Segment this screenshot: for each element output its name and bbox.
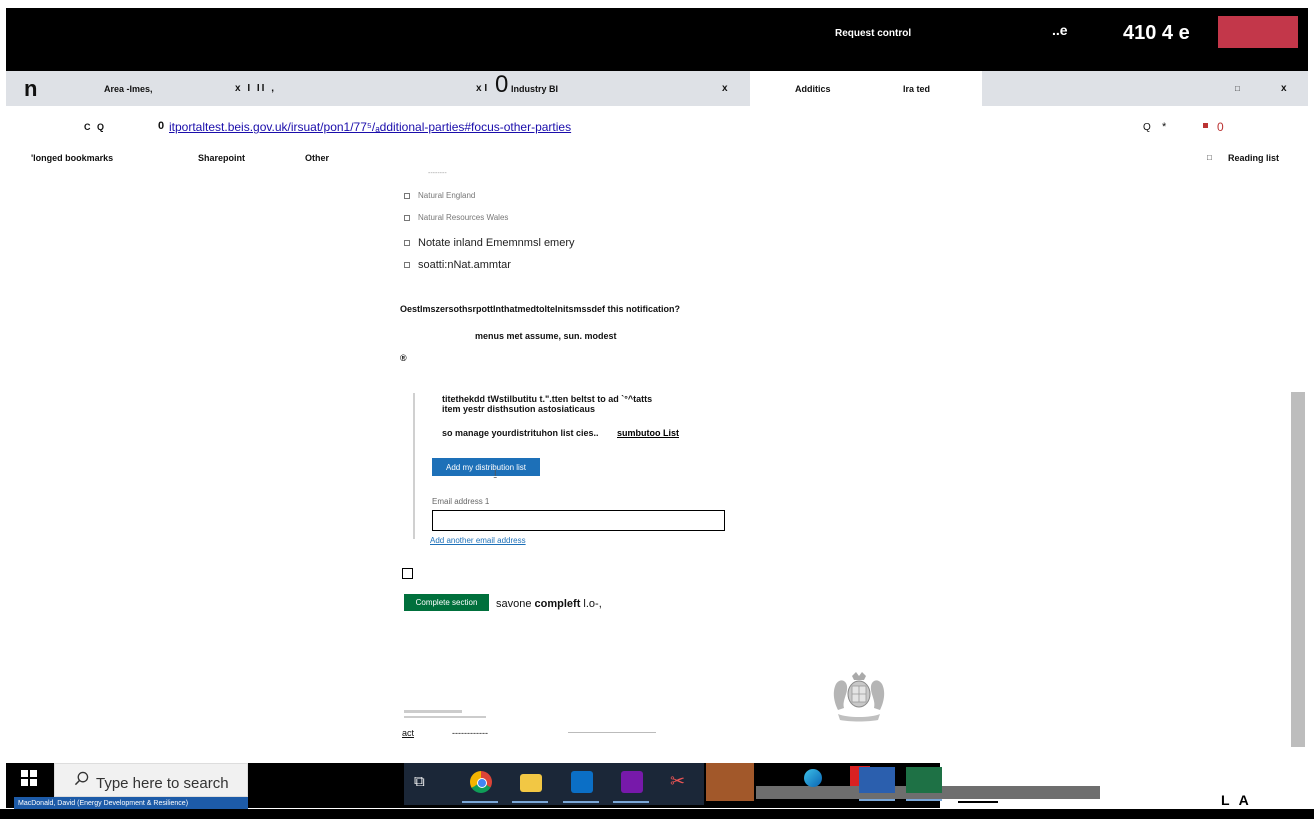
extension-count: 0: [1217, 120, 1224, 134]
url-field[interactable]: itportaltest.beis.gov.uk/irsuat/pon1/77⁵…: [169, 120, 571, 134]
active-app-indicator: [613, 801, 649, 803]
reading-list-icon[interactable]: □: [1207, 153, 1212, 162]
checkbox[interactable]: [404, 262, 410, 268]
screen: Request control ..e 410 4 e n Area -Imes…: [0, 0, 1314, 819]
bookmarks-bar: 'longed bookmarks Sharepoint Other □ Rea…: [6, 150, 1308, 170]
tab-area-times[interactable]: Area -Imes,: [104, 71, 153, 106]
footer-rule: [404, 710, 462, 713]
active-app-indicator: [563, 801, 599, 803]
distribution-list-link[interactable]: sumbutoo List: [617, 428, 679, 438]
distribution-hint-line1: titethekdd tWstilbutitu t.".tten beltst …: [442, 394, 653, 404]
outlook-icon[interactable]: [571, 771, 593, 793]
checkbox[interactable]: [404, 240, 410, 246]
excel-icon[interactable]: [906, 767, 942, 793]
chrome-icon[interactable]: [470, 771, 492, 793]
snipping-tool-icon[interactable]: ✂: [670, 771, 685, 793]
restore-window-icon[interactable]: □: [1235, 71, 1240, 106]
party-option-label: Notate inland Ememnmsl emery: [418, 237, 575, 249]
complete-checkbox[interactable]: [402, 568, 413, 579]
tab2-close-icon[interactable]: x: [722, 71, 728, 106]
distribution-hint-line2: item yestr disthsution astosiaticaus: [442, 404, 596, 414]
checkbox[interactable]: [404, 192, 410, 199]
notification-question: OestImszersothsrpottInthatmedtolteInitsm…: [400, 304, 681, 314]
email-label: Email address 1: [432, 497, 490, 506]
add-another-email-link[interactable]: Add another email address: [430, 536, 526, 545]
party-option-4[interactable]: soatti:nNat.ammtar: [404, 259, 511, 271]
add-distribution-list-button[interactable]: Add my distribution list: [432, 458, 540, 476]
checkbox[interactable]: [404, 214, 410, 221]
app-thumbnail[interactable]: [706, 763, 754, 801]
inset-border: [413, 393, 415, 539]
party-option-3[interactable]: Notate inland Ememnmsl emery: [404, 237, 575, 249]
bookmark-sharepoint[interactable]: Sharepoint: [198, 153, 245, 163]
title-glyph: ..e: [1052, 22, 1068, 38]
page-scrollbar[interactable]: [1291, 392, 1305, 747]
save-suffix: l.o-,: [580, 598, 602, 610]
question-hint: menus met assume, sun. modest: [475, 331, 617, 341]
title-counter: 410 4 e: [1123, 22, 1190, 44]
section-divider: --------: [428, 170, 447, 177]
search-icon: [74, 771, 89, 786]
site-info-icon[interactable]: 0: [158, 120, 164, 132]
party-option-label: soatti:nNat.ammtar: [418, 259, 511, 271]
save-bold: compleft: [534, 598, 581, 610]
taskbar-lower-strip: [0, 809, 1314, 819]
tab-additional-parties-active[interactable]: Additics Ira ted: [750, 71, 982, 106]
onenote-icon[interactable]: [621, 771, 643, 793]
footer-link-act[interactable]: act: [402, 728, 414, 738]
task-view-icon[interactable]: ⧉: [414, 773, 425, 790]
save-complete-later[interactable]: savone compleft l.o-,: [496, 598, 602, 610]
title-bar: Request control ..e 410 4 e: [6, 8, 1308, 71]
taskbar-apps: [404, 763, 704, 805]
tray-divider: [958, 801, 998, 803]
request-control-button[interactable]: Request control: [835, 28, 911, 39]
footer-rule: [404, 716, 486, 718]
complete-section-button[interactable]: Complete section: [404, 594, 489, 611]
bookmark-star-icon[interactable]: *: [1162, 121, 1166, 133]
zoom-search-icon[interactable]: Q: [1143, 122, 1151, 133]
party-option-label: Natural England: [418, 191, 476, 200]
edge-icon[interactable]: [804, 769, 822, 787]
close-window-icon[interactable]: x: [1281, 71, 1287, 106]
tab3-label: Additics: [795, 83, 831, 94]
address-bar-row: C Q 0 itportaltest.beis.gov.uk/irsuat/po…: [6, 112, 1308, 142]
user-name-banner: MacDonald, David (Energy Development & R…: [14, 797, 248, 809]
text-cursor-icon: Ḭ: [494, 468, 497, 478]
extension-icon[interactable]: [1203, 123, 1208, 128]
system-tray-text[interactable]: L A: [1221, 792, 1252, 808]
radio-selected[interactable]: ®: [400, 353, 407, 363]
file-explorer-icon[interactable]: [520, 774, 542, 792]
reload-search-icons[interactable]: C Q: [84, 122, 106, 132]
word-icon[interactable]: [859, 767, 895, 793]
tab3-label-secondary: Ira ted: [903, 83, 931, 94]
tab-strip: n Area -Imes, x I II , x I 0 Industry BI…: [6, 71, 1308, 106]
save-prefix: savone: [496, 598, 535, 610]
email-address-input[interactable]: [432, 510, 725, 531]
tab2-prefix: x I: [476, 83, 488, 94]
reading-list-button[interactable]: Reading list: [1228, 153, 1279, 163]
tab-industry-bi[interactable]: Industry BI: [511, 71, 558, 106]
footer-dashes: ------------: [452, 728, 488, 738]
windows-start-icon[interactable]: [21, 770, 37, 786]
red-control-block[interactable]: [1218, 16, 1298, 48]
browser-logo-icon[interactable]: n: [24, 71, 37, 106]
royal-crest-icon: [833, 672, 885, 722]
distribution-hint-line3: so manage yourdistrituhon list cies..: [442, 428, 599, 438]
bookmark-managed[interactable]: 'longed bookmarks: [31, 153, 113, 163]
active-app-indicator: [859, 799, 895, 801]
party-option-natural-resources-wales[interactable]: Natural Resources Wales: [404, 213, 508, 222]
party-option-natural-england[interactable]: Natural England: [404, 191, 475, 200]
tab2-favicon-icon: 0: [495, 70, 509, 98]
active-app-indicator: [512, 801, 548, 803]
bookmark-other[interactable]: Other: [305, 153, 329, 163]
party-option-label: Natural Resources Wales: [418, 213, 509, 222]
tab1-close-icon[interactable]: x I II ,: [235, 71, 276, 106]
active-app-indicator: [462, 801, 498, 803]
active-app-indicator: [906, 799, 942, 801]
footer-rule: [568, 732, 656, 733]
search-placeholder: Type here to search: [96, 775, 229, 792]
